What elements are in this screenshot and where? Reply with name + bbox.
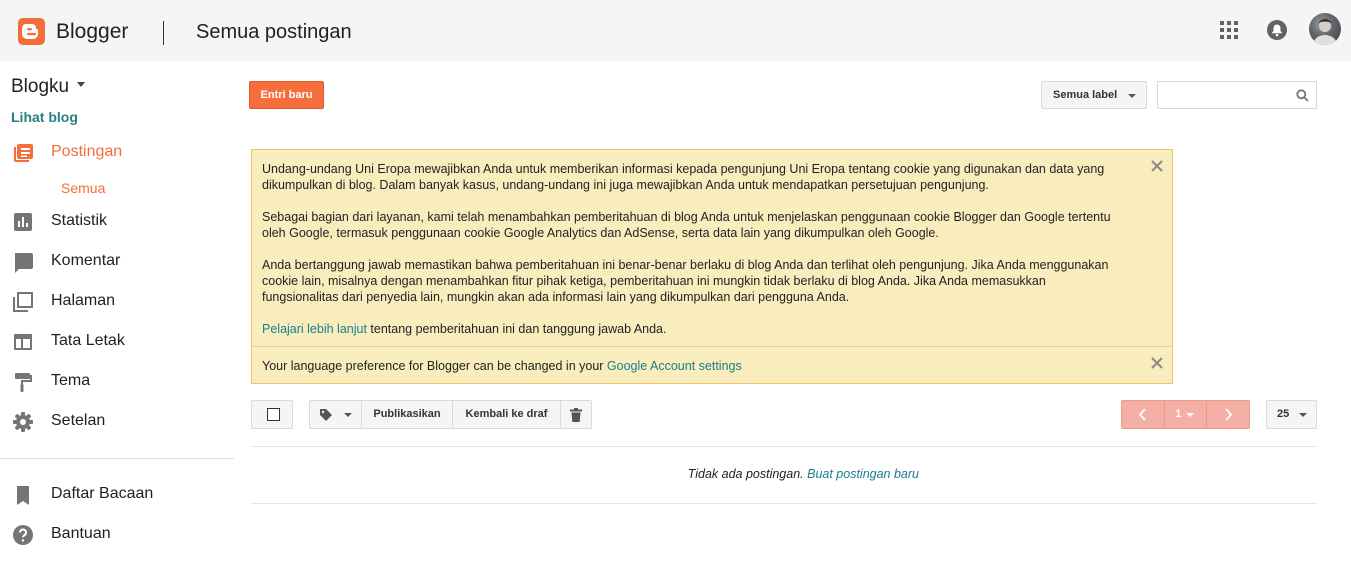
sidebar-item-theme[interactable]: Tema (0, 365, 235, 399)
new-post-button[interactable]: Entri baru (249, 81, 324, 109)
sidebar-item-label: Bantuan (51, 525, 111, 542)
sidebar-item-label: Postingan (51, 143, 123, 160)
tag-icon (320, 409, 332, 421)
revert-to-draft-button[interactable]: Kembali ke draf (453, 401, 561, 428)
sidebar-item-posts[interactable]: Postingan (0, 136, 235, 170)
sidebar-item-label: Tema (51, 372, 91, 389)
items-per-page-value: 25 (1277, 408, 1290, 420)
layout-icon (12, 331, 34, 353)
close-icon[interactable] (1151, 159, 1163, 172)
select-all-button[interactable] (251, 400, 293, 429)
post-actions-group: Publikasikan Kembali ke draf (309, 400, 592, 429)
notice-paragraph-2: Sebagai bagian dari layanan, kami telah … (262, 210, 1111, 240)
caret-down-icon (1128, 94, 1136, 98)
caret-down-icon (344, 413, 352, 417)
caret-down-icon (1299, 413, 1307, 417)
sidebar-item-label: Halaman (51, 292, 116, 309)
notifications-bell-icon[interactable] (1266, 19, 1288, 41)
language-notice: Your language preference for Blogger can… (262, 358, 1122, 374)
sidebar-item-help[interactable]: Bantuan (0, 518, 235, 552)
page-title: Semua postingan (196, 21, 352, 43)
blog-name: Blogku (11, 76, 70, 97)
sidebar-item-stats[interactable]: Statistik (0, 205, 235, 239)
learn-more-link[interactable]: Pelajari lebih lanjut (262, 322, 367, 336)
comment-icon (12, 251, 34, 273)
sidebar-item-comments[interactable]: Komentar (0, 245, 235, 279)
learn-more-text: tentang pemberitahuan ini dan tanggung j… (366, 322, 667, 336)
pages-icon (12, 291, 34, 313)
empty-posts-text: Tidak ada postingan. (687, 467, 808, 481)
label-filter-dropdown[interactable]: Semua label (1041, 81, 1147, 109)
items-per-page-dropdown[interactable]: 25 (1266, 400, 1317, 429)
caret-down-icon (77, 82, 86, 88)
view-blog-link[interactable]: Lihat blog (11, 109, 78, 125)
notice-paragraph-1: Undang-undang Uni Eropa mewajibkan Anda … (262, 162, 1105, 192)
sidebar-item-label: Daftar Bacaan (51, 485, 154, 502)
page-select[interactable]: 1 (1164, 401, 1207, 428)
notice-paragraph-4: Pelajari lebih lanjut tentang pemberitah… (262, 321, 1122, 337)
posts-icon (12, 142, 34, 164)
gear-icon (12, 411, 34, 433)
sidebar-item-settings[interactable]: Setelan (0, 405, 235, 439)
sidebar-subitem-all[interactable]: Semua (61, 180, 105, 196)
sidebar-item-label: Statistik (51, 212, 108, 229)
empty-posts-message: Tidak ada postingan. Buat postingan baru (251, 467, 919, 481)
sidebar-item-label: Komentar (51, 252, 121, 269)
blogger-logo-icon[interactable] (18, 18, 45, 45)
bookmark-icon (12, 484, 34, 506)
trash-icon (570, 408, 582, 422)
search-box (1157, 81, 1317, 109)
label-filter-value: Semua label (1053, 89, 1118, 101)
notice-separator (252, 346, 1172, 347)
sidebar-divider (0, 458, 234, 459)
select-all-checkbox[interactable] (267, 408, 280, 421)
apps-grid-icon[interactable] (1219, 20, 1239, 40)
publish-button[interactable]: Publikasikan (362, 401, 453, 428)
close-icon[interactable] (1151, 356, 1163, 369)
search-input[interactable] (1158, 82, 1288, 108)
blog-selector[interactable]: Blogku (11, 76, 86, 98)
sidebar-item-label: Setelan (51, 412, 106, 429)
stats-icon (12, 211, 34, 233)
brand-name: Blogger (56, 20, 129, 43)
sidebar-item-reading-list[interactable]: Daftar Bacaan (0, 478, 235, 512)
chevron-left-icon (1138, 408, 1146, 421)
account-avatar[interactable] (1309, 13, 1341, 45)
previous-page-button[interactable] (1122, 401, 1164, 428)
language-notice-text: Your language preference for Blogger can… (262, 359, 607, 373)
eu-cookie-notice: Undang-undang Uni Eropa mewajibkan Anda … (251, 149, 1173, 384)
current-page: 1 (1175, 408, 1182, 420)
notice-paragraph-3: Anda bertanggung jawab memastikan bahwa … (262, 258, 1109, 304)
label-tag-button[interactable] (310, 401, 362, 428)
chevron-right-icon (1225, 408, 1232, 421)
create-post-link[interactable]: Buat postingan baru (807, 467, 919, 481)
delete-button[interactable] (561, 401, 591, 428)
header-divider (163, 21, 164, 45)
google-account-settings-link[interactable]: Google Account settings (607, 359, 742, 373)
sidebar-item-pages[interactable]: Halaman (0, 285, 235, 319)
next-page-button[interactable] (1207, 401, 1249, 428)
help-icon (12, 524, 34, 546)
theme-brush-icon (12, 371, 34, 393)
sidebar-item-layout[interactable]: Tata Letak (0, 325, 235, 359)
sidebar-item-label: Tata Letak (51, 332, 125, 349)
pagination: 1 (1121, 400, 1250, 429)
list-divider-top (251, 446, 1317, 447)
app-header: Blogger Semua postingan (0, 0, 1351, 61)
list-divider-bottom (251, 503, 1317, 504)
search-icon[interactable] (1296, 89, 1309, 102)
caret-down-icon (1185, 413, 1194, 417)
